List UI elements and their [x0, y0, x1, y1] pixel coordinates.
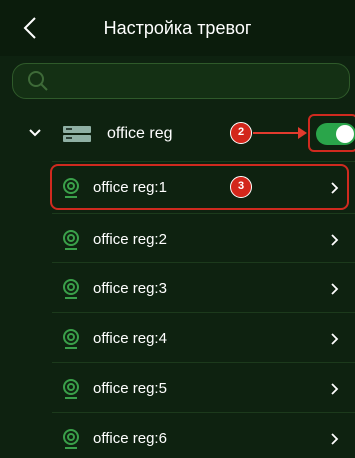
- chevron-right-icon: [331, 383, 339, 395]
- toggle-knob: [336, 125, 354, 143]
- chevron-right-icon: [331, 182, 339, 194]
- page-title: Настройка тревог: [103, 18, 252, 38]
- search-field[interactable]: [12, 63, 350, 99]
- channel-label: office reg:5: [93, 380, 167, 397]
- recorder-icon: [63, 126, 91, 142]
- channel-label: office reg:4: [93, 330, 167, 347]
- annotation-badge: 2: [230, 122, 252, 144]
- back-button[interactable]: [18, 14, 42, 42]
- channel-row[interactable]: office reg:5: [52, 362, 355, 415]
- search-input[interactable]: [57, 68, 341, 98]
- chevron-right-icon: [331, 283, 339, 295]
- camera-icon: [63, 279, 79, 299]
- chevron-right-icon: [331, 433, 339, 445]
- alarm-toggle[interactable]: [316, 123, 355, 145]
- channel-label: office reg:1: [93, 179, 167, 196]
- channel-row[interactable]: office reg:6: [52, 412, 355, 458]
- header-bar: Настройка тревог: [0, 0, 355, 56]
- channel-label: office reg:6: [93, 430, 167, 447]
- chevron-down-icon[interactable]: [28, 126, 42, 140]
- channel-row[interactable]: office reg:2: [52, 213, 355, 266]
- chevron-right-icon: [331, 234, 339, 246]
- camera-icon: [63, 230, 79, 250]
- camera-icon: [63, 329, 79, 349]
- channel-label: office reg:2: [93, 231, 167, 248]
- channel-row[interactable]: office reg:1: [52, 161, 355, 214]
- back-icon: [23, 17, 36, 39]
- annotation-arrow-head: [298, 127, 307, 139]
- channel-label: office reg:3: [93, 280, 167, 297]
- channel-row[interactable]: office reg:4: [52, 312, 355, 365]
- annotation-arrow: [253, 132, 301, 134]
- camera-icon: [63, 178, 79, 198]
- camera-icon: [63, 429, 79, 449]
- annotation-badge: 3: [230, 176, 252, 198]
- chevron-right-icon: [331, 333, 339, 345]
- channel-row[interactable]: office reg:3: [52, 262, 355, 315]
- search-icon: [28, 71, 48, 91]
- camera-icon: [63, 379, 79, 399]
- group-label: office reg: [107, 125, 173, 142]
